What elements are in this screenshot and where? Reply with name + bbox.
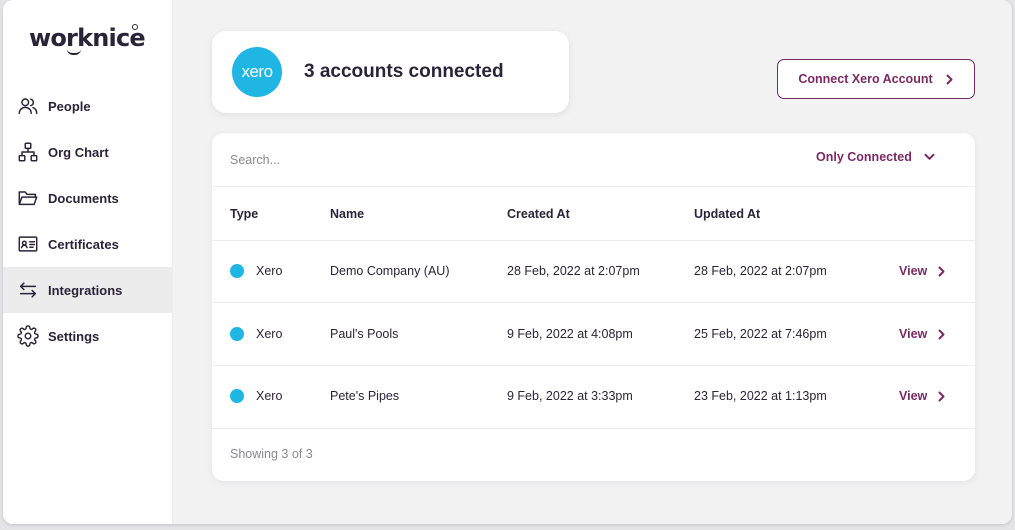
certificate-icon bbox=[17, 233, 39, 255]
sidebar-item-label: Documents bbox=[48, 190, 119, 206]
xero-icon bbox=[230, 264, 244, 278]
sidebar-item-integrations[interactable]: Integrations bbox=[3, 267, 173, 313]
name-cell: Pete's Pipes bbox=[330, 389, 400, 403]
updated-at-cell: 25 Feb, 2022 at 7:46pm bbox=[694, 327, 827, 341]
chevron-right-icon bbox=[945, 74, 954, 85]
table-row: Xero Pete's Pipes 9 Feb, 2022 at 3:33pm … bbox=[212, 365, 975, 427]
integrations-table: Only Connected Type Name Created At Upda… bbox=[212, 133, 975, 481]
connected-accounts-summary: xero 3 accounts connected bbox=[212, 31, 569, 113]
column-header-name: Name bbox=[330, 207, 365, 221]
view-link[interactable]: View bbox=[899, 389, 946, 403]
updated-at-cell: 23 Feb, 2022 at 1:13pm bbox=[694, 389, 827, 403]
chevron-right-icon bbox=[937, 391, 946, 402]
connect-xero-account-button[interactable]: Connect Xero Account bbox=[777, 59, 975, 99]
gear-icon bbox=[17, 325, 39, 347]
people-icon bbox=[17, 95, 39, 117]
type-cell: Xero bbox=[230, 389, 282, 403]
chevron-right-icon bbox=[937, 329, 946, 340]
connection-filter-dropdown[interactable]: Only Connected bbox=[816, 150, 935, 164]
sidebar-item-label: Org Chart bbox=[48, 144, 109, 160]
view-link-label: View bbox=[899, 264, 928, 278]
type-label: Xero bbox=[256, 389, 283, 403]
created-at-cell: 9 Feb, 2022 at 3:33pm bbox=[507, 389, 633, 403]
column-header-type: Type bbox=[230, 207, 259, 221]
logo-registered-mark bbox=[132, 24, 138, 30]
table-row: Xero Demo Company (AU) 28 Feb, 2022 at 2… bbox=[212, 240, 975, 302]
sidebar-item-label: People bbox=[48, 98, 91, 114]
view-link-label: View bbox=[899, 389, 928, 403]
name-cell: Paul's Pools bbox=[330, 327, 399, 341]
org-chart-icon bbox=[17, 141, 39, 163]
view-link[interactable]: View bbox=[899, 264, 946, 278]
type-label: Xero bbox=[256, 264, 283, 278]
type-cell: Xero bbox=[230, 264, 282, 278]
arrows-swap-icon bbox=[17, 279, 39, 301]
folder-icon bbox=[17, 187, 39, 209]
brand-name: worknice bbox=[29, 24, 146, 52]
xero-icon bbox=[230, 389, 244, 403]
xero-icon bbox=[230, 327, 244, 341]
chevron-right-icon bbox=[937, 266, 946, 277]
sidebar-nav: People Org Chart Documents Certificates bbox=[3, 83, 173, 359]
logo-smile-mark bbox=[67, 49, 81, 55]
column-header-created-at: Created At bbox=[507, 207, 570, 221]
accounts-connected-title: 3 accounts connected bbox=[304, 61, 504, 82]
table-row: Xero Paul's Pools 9 Feb, 2022 at 4:08pm … bbox=[212, 303, 975, 365]
pagination-summary: Showing 3 of 3 bbox=[230, 447, 313, 461]
updated-at-cell: 28 Feb, 2022 at 2:07pm bbox=[694, 264, 827, 278]
filter-selected-value: Only Connected bbox=[816, 150, 912, 164]
search-input[interactable] bbox=[230, 149, 650, 171]
created-at-cell: 28 Feb, 2022 at 2:07pm bbox=[507, 264, 640, 278]
created-at-cell: 9 Feb, 2022 at 4:08pm bbox=[507, 327, 633, 341]
sidebar-item-label: Settings bbox=[48, 328, 100, 344]
sidebar-item-org-chart[interactable]: Org Chart bbox=[3, 129, 173, 175]
sidebar-item-settings[interactable]: Settings bbox=[3, 313, 173, 359]
table-header: Type Name Created At Updated At bbox=[212, 187, 975, 240]
xero-logo-icon: xero bbox=[232, 47, 282, 97]
worknice-logo[interactable]: worknice bbox=[29, 24, 146, 55]
chevron-down-icon bbox=[924, 153, 935, 161]
sidebar-item-label: Certificates bbox=[48, 236, 119, 252]
sidebar-item-people[interactable]: People bbox=[3, 83, 173, 129]
name-cell: Demo Company (AU) bbox=[330, 264, 450, 278]
view-link-label: View bbox=[899, 327, 928, 341]
view-link[interactable]: View bbox=[899, 327, 946, 341]
type-label: Xero bbox=[256, 327, 283, 341]
sidebar-item-label: Integrations bbox=[48, 282, 123, 298]
sidebar: worknice People Org Chart Documents Cert… bbox=[3, 0, 173, 524]
sidebar-item-documents[interactable]: Documents bbox=[3, 175, 173, 221]
divider bbox=[212, 428, 975, 429]
column-header-updated-at: Updated At bbox=[694, 207, 761, 221]
sidebar-item-certificates[interactable]: Certificates bbox=[3, 221, 173, 267]
connect-button-label: Connect Xero Account bbox=[798, 72, 933, 86]
type-cell: Xero bbox=[230, 327, 282, 341]
app-window: worknice People Org Chart Documents Cert… bbox=[3, 0, 1012, 524]
